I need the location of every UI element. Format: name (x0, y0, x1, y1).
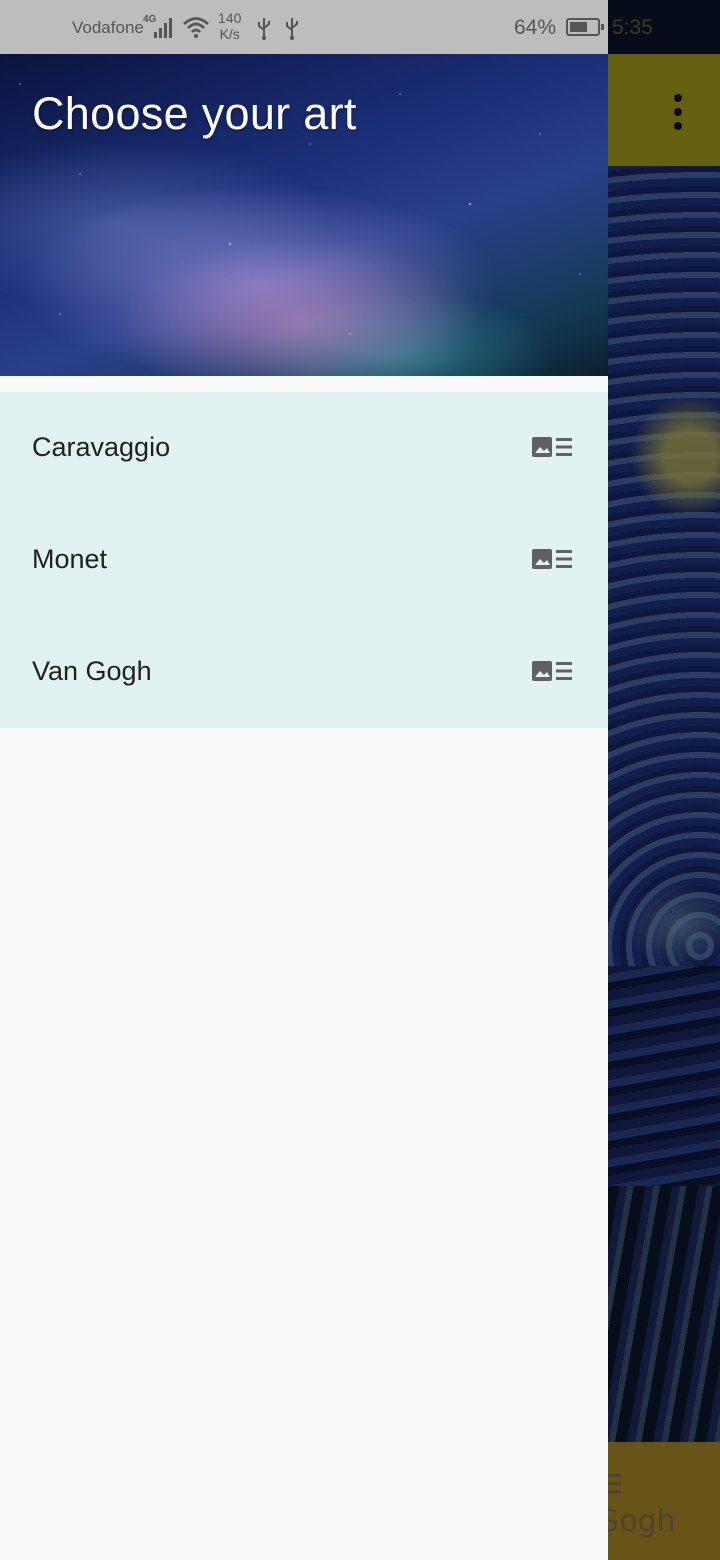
gallery-list-icon (532, 437, 572, 457)
navigation-drawer: Choose your art Caravaggio Monet Van Gog… (0, 54, 608, 1560)
battery-percent: 64% (514, 16, 557, 39)
drawer-title: Choose your art (32, 88, 357, 139)
gallery-list-icon (532, 549, 572, 569)
battery-icon (566, 18, 604, 36)
drawer-header: Choose your art (0, 54, 608, 376)
status-clock: 5:35 (612, 16, 653, 39)
network-speed: 140 K/s (218, 10, 242, 42)
drawer-list: Caravaggio Monet Van Gogh (0, 392, 608, 728)
wifi-icon (183, 17, 209, 38)
gallery-list-icon (532, 661, 572, 681)
signal-icon (154, 16, 176, 38)
drawer-item-van-gogh[interactable]: Van Gogh (0, 616, 608, 728)
usb-icon (286, 18, 298, 40)
drawer-item-caravaggio[interactable]: Caravaggio (0, 392, 608, 504)
drawer-item-label: Van Gogh (32, 656, 152, 686)
usb-icon (258, 18, 270, 40)
status-bar: Vodafone 4G 140 K/s 64% (0, 0, 608, 54)
drawer-item-label: Caravaggio (32, 432, 171, 462)
carrier-name: Vodafone (72, 18, 144, 37)
drawer-item-monet[interactable]: Monet (0, 504, 608, 616)
drawer-item-label: Monet (32, 544, 108, 574)
